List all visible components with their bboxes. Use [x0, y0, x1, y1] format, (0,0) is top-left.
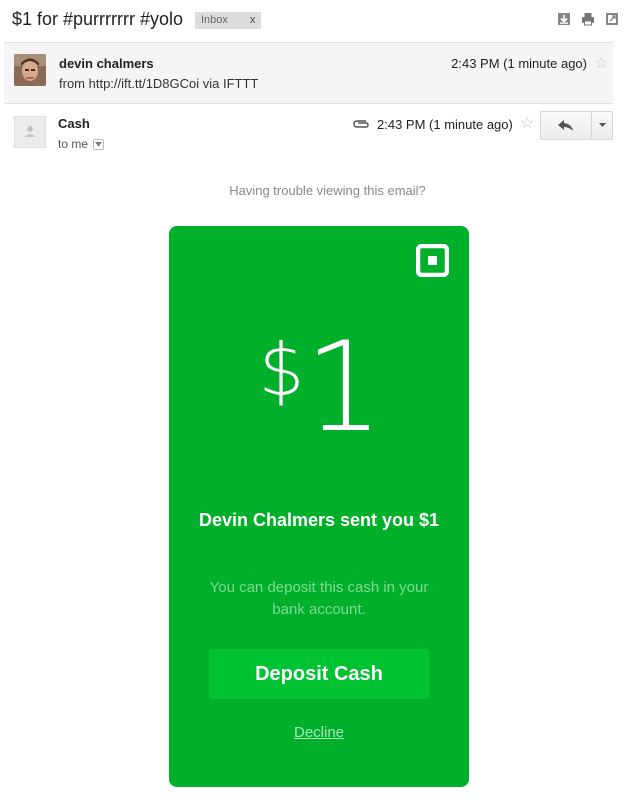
thread-subject: $1 for #purrrrrrr #yolo [12, 9, 184, 29]
default-avatar [14, 116, 46, 148]
star-icon[interactable]: ☆ [594, 53, 608, 73]
sender-name: Cash [58, 116, 90, 131]
inbox-label-chip[interactable]: Inbox x [195, 12, 262, 29]
download-icon[interactable] [557, 12, 571, 26]
chevron-down-icon [598, 123, 606, 127]
attachment-icon [351, 117, 371, 131]
thread-header: $1 for #purrrrrrr #yolo Inbox x [0, 0, 635, 42]
deposit-cash-button[interactable]: Deposit Cash [209, 649, 429, 699]
recipient-line: to me [58, 137, 105, 151]
message-time: 2:43 PM (1 minute ago) [377, 117, 513, 132]
more-actions-button[interactable] [592, 111, 613, 140]
show-details-dropdown[interactable] [93, 138, 105, 150]
message-time: 2:43 PM (1 minute ago) [451, 56, 587, 71]
collapsed-message[interactable]: devin chalmers from http://ift.tt/1D8GCo… [4, 42, 613, 104]
reply-button[interactable] [540, 111, 592, 140]
cash-amount: $1 [169, 316, 469, 460]
amount-value: 1 [304, 316, 383, 460]
payment-headline: Devin Chalmers sent you $1 [198, 510, 440, 530]
label-text: Inbox [201, 14, 228, 26]
decline-link[interactable]: Decline [169, 724, 469, 741]
recipient-label: to me [58, 137, 89, 151]
view-online-link[interactable]: Having trouble viewing this email? [0, 183, 635, 198]
payment-subtext: You can deposit this cash in your bank a… [209, 579, 429, 618]
new-window-icon[interactable] [605, 12, 619, 26]
remove-label-button[interactable]: x [250, 14, 256, 26]
reply-button-group [540, 111, 613, 141]
star-icon[interactable]: ☆ [520, 113, 534, 133]
currency-symbol: $ [258, 328, 305, 412]
sender-avatar-photo [14, 54, 46, 86]
reply-icon [558, 119, 573, 131]
thread-actions [557, 12, 619, 26]
square-logo-icon [415, 243, 450, 278]
print-icon[interactable] [581, 12, 595, 26]
expanded-message-header: Cash to me 2:43 PM (1 minute ago) ☆ [4, 104, 613, 160]
sender-via: from http://ift.tt/1D8GCoi via IFTTT [59, 76, 259, 91]
cash-card: $1 Devin Chalmers sent you $1 You can de… [169, 226, 469, 787]
sender-name: devin chalmers [59, 56, 154, 71]
